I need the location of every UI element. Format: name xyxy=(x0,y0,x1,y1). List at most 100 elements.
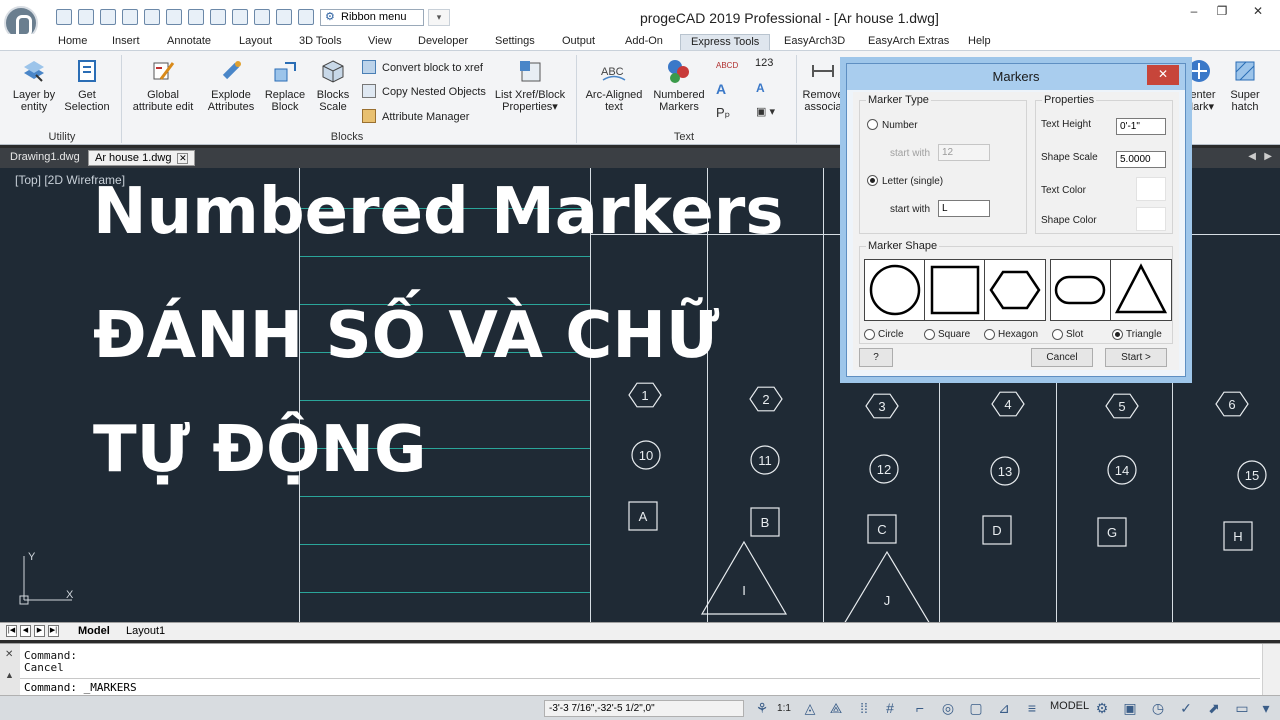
close-command-icon[interactable]: ✕ xyxy=(5,649,13,660)
square-shape-preview[interactable] xyxy=(924,259,986,321)
hexagon-radio[interactable] xyxy=(984,329,995,340)
shape-color-swatch[interactable] xyxy=(1136,207,1166,231)
ortho-icon[interactable]: ⌐ xyxy=(910,699,930,718)
next-layout-icon[interactable]: ▶ xyxy=(34,625,45,637)
tab-home[interactable]: Home xyxy=(58,34,87,50)
list-xref-block-properties-button[interactable]: List Xref/Block Properties▾ xyxy=(492,57,568,113)
tab-settings[interactable]: Settings xyxy=(495,34,535,50)
open-folder-icon[interactable] xyxy=(78,9,94,25)
tab-layout[interactable]: Layout xyxy=(239,34,272,50)
save-icon[interactable] xyxy=(100,9,116,25)
help-button[interactable]: ? xyxy=(859,348,893,367)
text-style-icon[interactable]: A xyxy=(716,81,726,97)
command-options-icon[interactable]: ▲ xyxy=(5,670,14,680)
letter-start-field[interactable]: L xyxy=(938,200,990,217)
lock-icon[interactable]: ✓ xyxy=(1176,699,1196,718)
shape-scale-field[interactable]: 5.0000 xyxy=(1116,151,1166,168)
settings-gear-icon[interactable]: ⚙ xyxy=(1092,699,1112,718)
tab-scroll-right-icon[interactable]: ▶ xyxy=(1264,151,1272,162)
number-radio[interactable] xyxy=(867,119,878,130)
hexagon-shape-preview[interactable] xyxy=(984,259,1046,321)
tab-help[interactable]: Help xyxy=(968,34,991,50)
tab-layout1[interactable]: Layout1 xyxy=(126,625,165,637)
clock-icon[interactable]: ◷ xyxy=(1148,699,1168,718)
osnap-icon[interactable]: ▢ xyxy=(966,699,986,718)
workspace-icon[interactable]: ▣ xyxy=(1120,699,1140,718)
start-button[interactable]: Start > xyxy=(1105,348,1167,367)
text-height-icon[interactable]: Pₚ xyxy=(716,105,730,121)
blocks-scale-button[interactable]: Blocks Scale xyxy=(312,57,354,113)
cancel-button[interactable]: Cancel xyxy=(1031,348,1093,367)
tab-express-tools[interactable]: Express Tools xyxy=(680,34,771,50)
tab-output[interactable]: Output xyxy=(562,34,595,50)
minimize-button[interactable]: – xyxy=(1180,4,1208,20)
replace-block-button[interactable]: Replace Block xyxy=(262,57,308,113)
text-color-swatch[interactable] xyxy=(1136,177,1166,201)
tab-annotate[interactable]: Annotate xyxy=(167,34,211,50)
tab-developer[interactable]: Developer xyxy=(418,34,468,50)
cut-icon[interactable] xyxy=(210,9,226,25)
numbered-markers-button[interactable]: Numbered Markers xyxy=(650,57,708,113)
attribute-manager-button[interactable]: Attribute Manager xyxy=(362,109,469,123)
undo-icon[interactable] xyxy=(144,9,160,25)
square-radio[interactable] xyxy=(924,329,935,340)
tab-insert[interactable]: Insert xyxy=(112,34,140,50)
autoscale-icon[interactable]: ⟁ xyxy=(826,699,846,718)
tab-scroll-left-icon[interactable]: ◀ xyxy=(1248,151,1256,162)
convert-block-to-xref-button[interactable]: Convert block to xref xyxy=(362,60,483,74)
letter-radio[interactable] xyxy=(867,175,878,186)
chevron-down-icon[interactable]: ▾ xyxy=(428,9,450,26)
prev-layout-icon[interactable]: ◀ xyxy=(20,625,31,637)
annotation-scale-button[interactable]: 1:1 xyxy=(774,699,794,718)
clean-screen-icon[interactable]: ⬈ xyxy=(1204,699,1224,718)
triangle-radio[interactable] xyxy=(1112,329,1123,340)
remove-associativity-button[interactable]: Remove associa xyxy=(800,57,846,113)
arc-aligned-text-button[interactable]: ABC Arc-Aligned text xyxy=(582,57,646,113)
tab-3d-tools[interactable]: 3D Tools xyxy=(299,34,342,50)
circle-radio[interactable] xyxy=(864,329,875,340)
annotation-visibility-icon[interactable]: ⚘ xyxy=(752,699,772,718)
global-attribute-edit-button[interactable]: Global attribute edit xyxy=(126,57,200,113)
text-mask-icon[interactable]: ▣ ▾ xyxy=(756,105,775,118)
otrack-icon[interactable]: ⊿ xyxy=(994,699,1014,718)
increment-text-button[interactable]: 123 xyxy=(755,57,773,69)
fullscreen-icon[interactable]: ▭ xyxy=(1232,699,1252,718)
new-file-icon[interactable] xyxy=(56,9,72,25)
match-properties-icon[interactable] xyxy=(276,9,292,25)
polar-icon[interactable]: ◎ xyxy=(938,699,958,718)
model-space-button[interactable]: MODEL xyxy=(1050,700,1089,712)
print-preview-icon[interactable] xyxy=(188,9,204,25)
doc-tab-drawing1[interactable]: Drawing1.dwg xyxy=(4,150,86,166)
slot-shape-preview[interactable] xyxy=(1050,259,1112,321)
help-icon[interactable] xyxy=(298,9,314,25)
text-fit-icon[interactable]: A xyxy=(756,81,765,95)
super-hatch-button[interactable]: Super hatch xyxy=(1224,57,1266,113)
command-scrollbar[interactable] xyxy=(1262,644,1280,696)
redo-icon[interactable] xyxy=(166,9,182,25)
restore-button[interactable]: ❐ xyxy=(1208,4,1236,20)
tab-easyarch3d[interactable]: EasyArch3D xyxy=(784,34,845,50)
save-all-icon[interactable] xyxy=(122,9,138,25)
annotation-icon[interactable]: ◬ xyxy=(800,699,820,718)
copy-nested-objects-button[interactable]: Copy Nested Objects xyxy=(362,84,486,98)
tab-easyarch-extras[interactable]: EasyArch Extras xyxy=(868,34,949,50)
triangle-shape-preview[interactable] xyxy=(1110,259,1172,321)
tab-view[interactable]: View xyxy=(368,34,392,50)
paste-icon[interactable] xyxy=(254,9,270,25)
close-icon[interactable]: ✕ xyxy=(177,153,189,164)
last-layout-icon[interactable]: ▶| xyxy=(48,625,59,637)
command-input[interactable]: Command: _MARKERS xyxy=(20,678,1260,696)
text-height-field[interactable]: 0'-1" xyxy=(1116,118,1166,135)
number-start-field[interactable]: 12 xyxy=(938,144,990,161)
dialog-close-button[interactable]: ✕ xyxy=(1147,65,1179,85)
explode-attributes-button[interactable]: Explode Attributes xyxy=(204,57,258,113)
snap-icon[interactable]: ⁞⁞ xyxy=(854,699,874,718)
status-menu-icon[interactable]: ▾ xyxy=(1256,699,1276,718)
slot-radio[interactable] xyxy=(1052,329,1063,340)
tab-add-on[interactable]: Add-On xyxy=(625,34,663,50)
get-selection-button[interactable]: Get Selection xyxy=(62,57,112,113)
tab-model[interactable]: Model xyxy=(78,625,110,637)
ribbon-menu-select[interactable]: Ribbon menu xyxy=(320,9,424,26)
layer-by-entity-button[interactable]: Layer by entity xyxy=(8,57,60,113)
lineweight-icon[interactable]: ≡ xyxy=(1022,699,1042,718)
